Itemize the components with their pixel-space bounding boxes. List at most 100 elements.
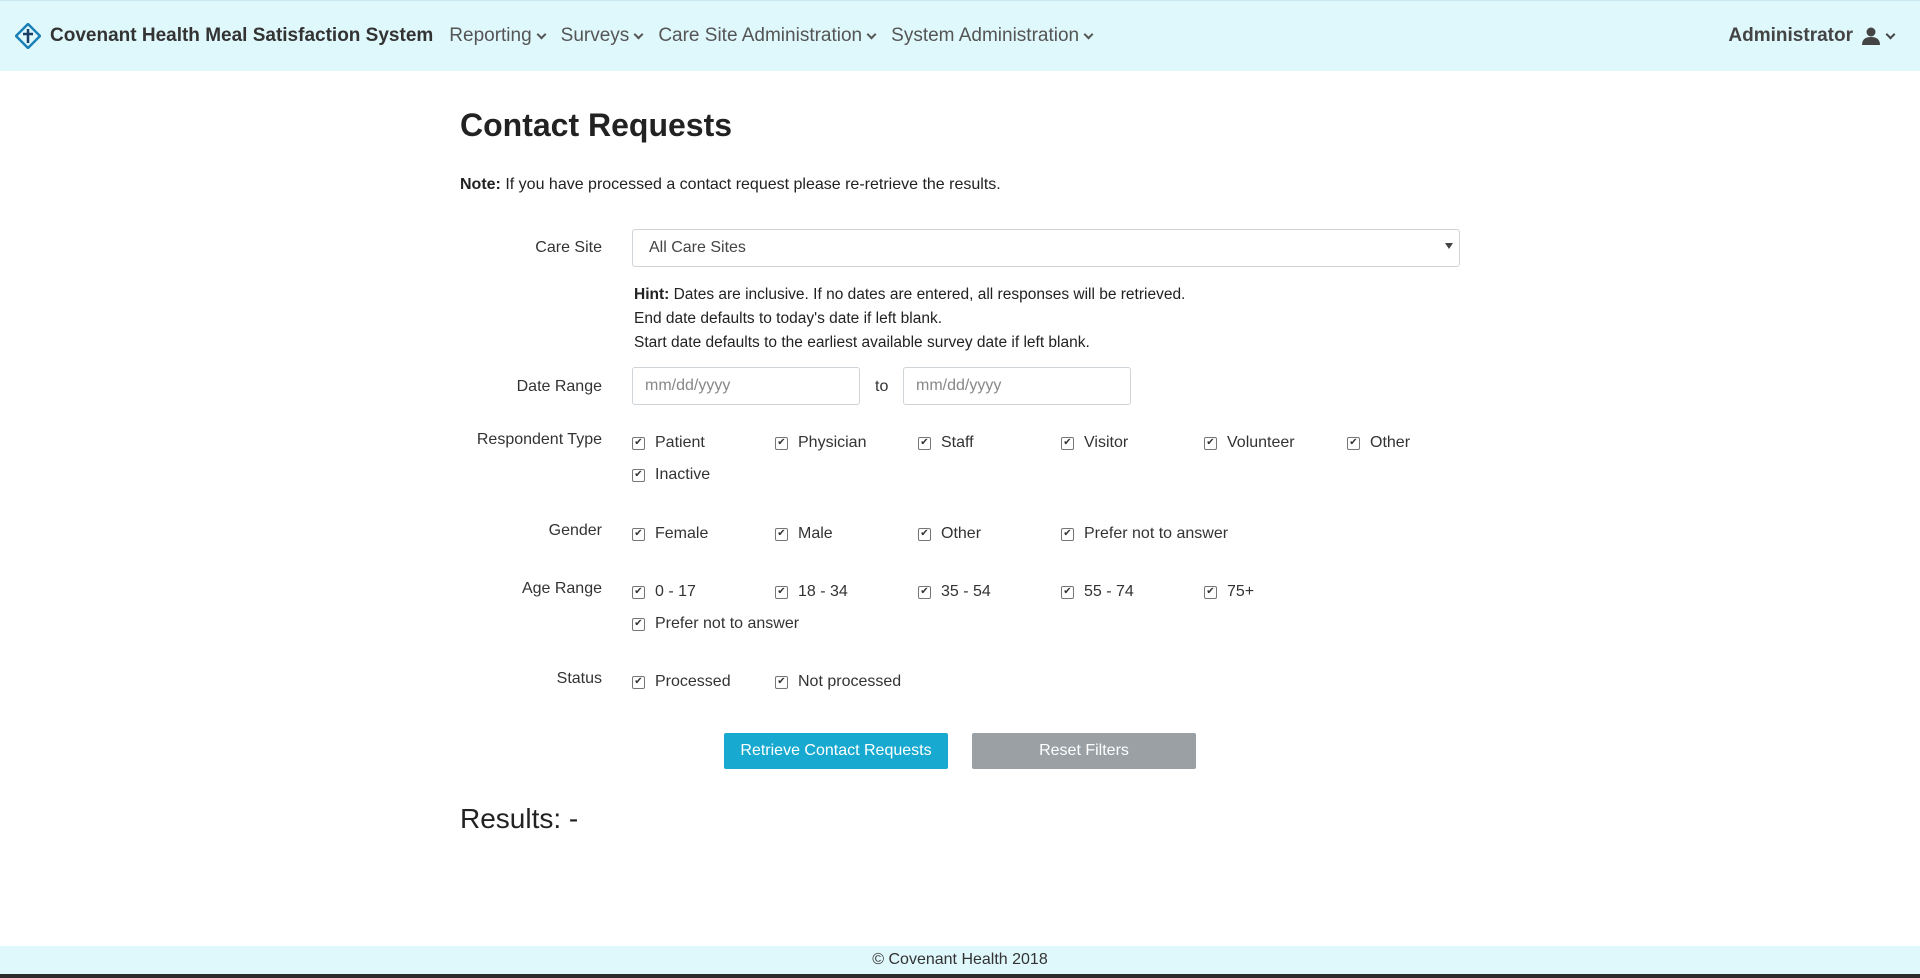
- brand[interactable]: Covenant Health Meal Satisfaction System: [14, 22, 433, 50]
- status-not-processed-checkbox[interactable]: ✔ Not processed: [775, 673, 901, 691]
- gender-male-checkbox[interactable]: ✔ Male: [775, 525, 833, 543]
- top-navbar: Covenant Health Meal Satisfaction System…: [0, 0, 1920, 71]
- hint-line1: Dates are inclusive. If no dates are ent…: [669, 286, 1186, 303]
- hint-line2: End date defaults to today's date if lef…: [634, 310, 942, 327]
- start-date-input[interactable]: mm/dd/yyyy: [632, 367, 860, 405]
- age-range-row: Age Range ✔ 0 - 17 ✔ 18 - 34 ✔ 35 - 54 ✔ 55 …: [460, 579, 1460, 639]
- checkbox-checked-icon: ✔: [1061, 436, 1074, 450]
- gender-male-label: Male: [798, 525, 833, 542]
- status-not-processed-label: Not processed: [798, 673, 902, 690]
- status-processed-checkbox[interactable]: ✔ Processed: [632, 673, 731, 691]
- gender-row: Gender ✔ Female ✔ Male ✔ Other ✔ Prefer not …: [460, 521, 1460, 551]
- respondent-visitor-checkbox[interactable]: ✔ Visitor: [1061, 434, 1128, 452]
- age-prefer-not-checkbox[interactable]: ✔ Prefer not to answer: [632, 615, 799, 633]
- gender-other-checkbox[interactable]: ✔ Other: [918, 525, 981, 543]
- respondent-inactive-checkbox[interactable]: ✔ Inactive: [632, 466, 710, 484]
- checkbox-checked-icon: ✔: [775, 675, 788, 689]
- hint-line3: Start date defaults to the earliest avai…: [634, 334, 1090, 351]
- checkbox-checked-icon: ✔: [918, 585, 931, 599]
- page-title: Contact Requests: [460, 107, 733, 143]
- retrieve-contact-requests-button[interactable]: Retrieve Contact Requests: [724, 733, 948, 769]
- checkbox-checked-icon: ✔: [775, 527, 788, 541]
- nav-reporting-label: Reporting: [449, 25, 532, 46]
- respondent-staff-label: Staff: [941, 434, 974, 451]
- checkbox-checked-icon: ✔: [632, 527, 645, 541]
- status-label: Status: [556, 670, 602, 687]
- footer: © Covenant Health 2018: [0, 946, 1920, 974]
- care-site-row: Care Site All Care Sites: [460, 229, 1460, 269]
- chevron-down-icon: [1083, 29, 1094, 40]
- age-range-label: Age Range: [521, 580, 602, 597]
- respondent-other-label: Other: [1370, 434, 1411, 451]
- respondent-patient-checkbox[interactable]: ✔ Patient: [632, 434, 705, 452]
- user-icon: [1861, 26, 1881, 46]
- age-35-54-label: 35 - 54: [941, 583, 991, 600]
- age-75-plus-checkbox[interactable]: ✔ 75+: [1204, 583, 1254, 601]
- age-75-plus-label: 75+: [1227, 583, 1255, 600]
- respondent-physician-checkbox[interactable]: ✔ Physician: [775, 434, 866, 452]
- nav-reporting[interactable]: Reporting: [449, 25, 547, 47]
- hint-row: Hint: Dates are inclusive. If no dates a…: [460, 283, 1460, 358]
- footer-copyright: © Covenant Health 2018: [872, 951, 1048, 968]
- respondent-visitor-label: Visitor: [1084, 434, 1129, 451]
- results-heading: Results: -: [460, 803, 579, 834]
- nav-surveys-label: Surveys: [560, 25, 630, 46]
- age-55-74-checkbox[interactable]: ✔ 55 - 74: [1061, 583, 1134, 601]
- covenant-logo-icon: [14, 22, 42, 50]
- gender-label: Gender: [548, 522, 602, 539]
- nav-care-site-administration[interactable]: Care Site Administration: [658, 25, 877, 47]
- age-18-34-checkbox[interactable]: ✔ 18 - 34: [775, 583, 848, 601]
- checkbox-checked-icon: ✔: [632, 436, 645, 450]
- care-site-label: Care Site: [535, 239, 602, 256]
- gender-prefer-not-checkbox[interactable]: ✔ Prefer not to answer: [1061, 525, 1228, 543]
- nav-system-administration[interactable]: System Administration: [891, 25, 1094, 47]
- nav-surveys[interactable]: Surveys: [560, 25, 644, 47]
- date-range-label: Date Range: [516, 378, 602, 395]
- gender-female-label: Female: [655, 525, 709, 542]
- checkbox-checked-icon: ✔: [632, 617, 645, 631]
- note-text: Note: If you have processed a contact re…: [460, 176, 1460, 194]
- checkbox-checked-icon: ✔: [1204, 436, 1217, 450]
- age-35-54-checkbox[interactable]: ✔ 35 - 54: [918, 583, 991, 601]
- reset-filters-button[interactable]: Reset Filters: [972, 733, 1196, 769]
- checkbox-checked-icon: ✔: [775, 436, 788, 450]
- brand-title: Covenant Health Meal Satisfaction System: [50, 25, 434, 46]
- hint-bold: Hint:: [634, 286, 670, 303]
- checkbox-checked-icon: ✔: [1061, 527, 1074, 541]
- respondent-physician-label: Physician: [798, 434, 867, 451]
- chevron-down-icon: [633, 29, 644, 40]
- dropdown-arrow-icon: [1445, 243, 1453, 249]
- respondent-type-label: Respondent Type: [476, 431, 602, 448]
- checkbox-checked-icon: ✔: [918, 436, 931, 450]
- checkbox-checked-icon: ✔: [1347, 436, 1360, 450]
- age-0-17-checkbox[interactable]: ✔ 0 - 17: [632, 583, 696, 601]
- chevron-down-icon: [866, 29, 877, 40]
- checkbox-checked-icon: ✔: [632, 585, 645, 599]
- user-menu[interactable]: Administrator: [1728, 25, 1896, 47]
- respondent-staff-checkbox[interactable]: ✔ Staff: [918, 434, 974, 452]
- respondent-volunteer-checkbox[interactable]: ✔ Volunteer: [1204, 434, 1295, 452]
- gender-prefer-not-label: Prefer not to answer: [1084, 525, 1229, 542]
- respondent-other-checkbox[interactable]: ✔ Other: [1347, 434, 1410, 452]
- checkbox-checked-icon: ✔: [1061, 585, 1074, 599]
- end-date-input[interactable]: mm/dd/yyyy: [903, 367, 1131, 405]
- gender-female-checkbox[interactable]: ✔ Female: [632, 525, 708, 543]
- nav-system-administration-label: System Administration: [891, 25, 1080, 46]
- respondent-type-row: Respondent Type ✔ Patient ✔ Physician ✔ Sta…: [460, 430, 1460, 490]
- note-bold: Note:: [460, 176, 501, 194]
- age-55-74-label: 55 - 74: [1084, 583, 1134, 600]
- checkbox-checked-icon: ✔: [632, 468, 645, 482]
- age-0-17-label: 0 - 17: [655, 583, 696, 600]
- respondent-patient-label: Patient: [655, 434, 705, 451]
- care-site-select[interactable]: All Care Sites: [632, 229, 1460, 267]
- end-date-placeholder: mm/dd/yyyy: [916, 377, 1002, 394]
- age-prefer-not-label: Prefer not to answer: [655, 615, 800, 632]
- checkbox-checked-icon: ✔: [918, 527, 931, 541]
- status-processed-label: Processed: [655, 673, 731, 690]
- status-row: Status ✔ Processed ✔ Not processed: [460, 669, 1460, 699]
- start-date-placeholder: mm/dd/yyyy: [645, 377, 731, 394]
- respondent-volunteer-label: Volunteer: [1227, 434, 1295, 451]
- age-18-34-label: 18 - 34: [798, 583, 848, 600]
- checkbox-checked-icon: ✔: [1204, 585, 1217, 599]
- chevron-down-icon: [1885, 29, 1896, 40]
